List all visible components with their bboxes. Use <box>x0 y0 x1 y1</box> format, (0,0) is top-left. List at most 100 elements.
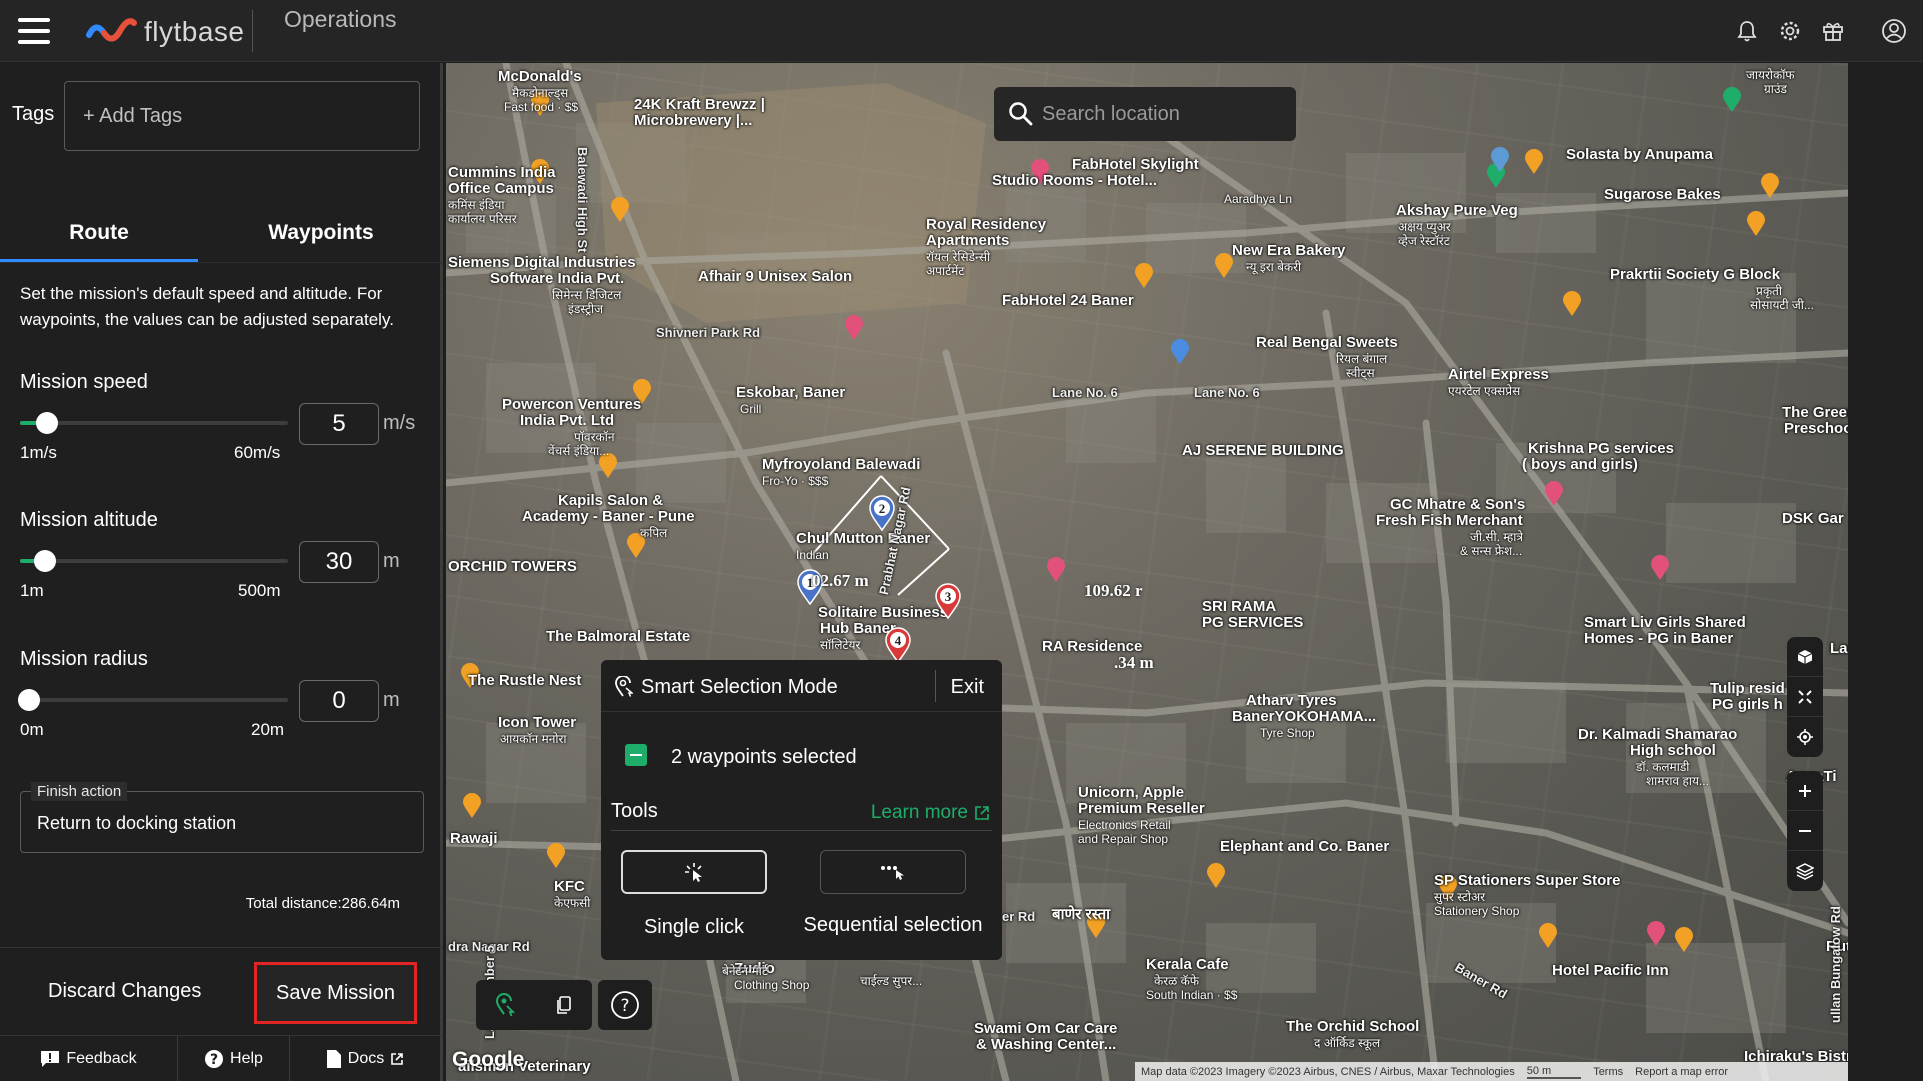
tags-input[interactable]: + Add Tags <box>64 81 420 151</box>
hotel-pin-icon <box>845 315 863 340</box>
slider-thumb[interactable] <box>34 550 56 572</box>
learn-more-link[interactable]: Learn more <box>871 802 990 824</box>
mission-radius-slider[interactable] <box>18 689 288 711</box>
map-label: Premium Reseller <box>1078 800 1205 817</box>
tab-waypoints[interactable]: Waypoints <box>222 213 420 262</box>
help-link[interactable]: ? Help <box>178 1036 290 1081</box>
map-label: The Balmoral Estate <box>546 628 691 645</box>
map-label: The Rustle Nest <box>468 672 582 689</box>
mission-altitude-slider[interactable] <box>20 550 288 572</box>
bell-icon[interactable] <box>1733 17 1761 45</box>
total-distance: Total distance:286.64m <box>245 895 400 912</box>
map-label: कपिल <box>640 526 668 540</box>
mission-altitude-input[interactable]: 30 <box>299 541 379 583</box>
mission-speed-input[interactable]: 5 <box>299 403 379 445</box>
map-label: Fresh Fish Merchant <box>1376 512 1523 529</box>
menu-icon[interactable] <box>18 18 50 44</box>
map-label: New Era Bakery <box>1232 242 1346 259</box>
finish-action-select[interactable]: Finish action Return to docking station <box>20 782 424 853</box>
sequential-selection-tool-button[interactable] <box>820 850 966 894</box>
smart-selection-title: Smart Selection Mode <box>641 676 838 698</box>
select-all-checkbox[interactable] <box>625 744 647 766</box>
map-label: वेंचर्स इंडिया... <box>548 444 610 458</box>
map-label: Myfroyoland Balewadi <box>762 456 921 473</box>
map-label: ullan Bungalow Rd <box>1828 906 1843 1023</box>
map-label: The Green <box>1782 404 1848 421</box>
restaurant-pin-icon <box>1525 149 1543 174</box>
docs-label: Docs <box>347 1050 385 1067</box>
shop-pin-icon <box>1171 339 1189 364</box>
discard-changes-button[interactable]: Discard Changes <box>36 972 213 1011</box>
map-label: Elephant and Co. Baner <box>1220 838 1390 855</box>
map-label: Swami Om Car Care <box>974 1020 1118 1037</box>
slider-thumb[interactable] <box>36 412 58 434</box>
mission-speed-slider[interactable] <box>20 412 288 434</box>
drawing-tools <box>476 980 592 1030</box>
map-label: व्हेज रेस्टॉरंट <box>1398 234 1450 248</box>
map-label: South Indian · $$ <box>1146 988 1238 1002</box>
map-label: स्वीट्स <box>1346 366 1375 380</box>
flytbase-logo[interactable]: flytbase <box>86 14 245 50</box>
map-label: Afhair 9 Unisex Salon <box>698 268 853 285</box>
map-label: Kerala Cafe <box>1146 956 1229 973</box>
mission-radius-input[interactable]: 0 <box>299 680 379 722</box>
map-label: McDonald's <box>498 68 582 85</box>
slider-thumb[interactable] <box>18 689 40 711</box>
map-label: द ऑर्किड स्कूल <box>1314 1036 1381 1050</box>
map-label: Akshay Pure Veg <box>1396 202 1518 219</box>
right-empty-area <box>1848 63 1923 1081</box>
terms-link[interactable]: Terms <box>1593 1066 1623 1078</box>
restaurant-pin-icon <box>547 843 565 868</box>
waypoint-marker-4[interactable]: 4 <box>884 627 912 663</box>
feedback-label: Feedback <box>66 1050 137 1067</box>
feedback-link[interactable]: Feedback <box>0 1036 178 1081</box>
fit-route-icon[interactable] <box>1787 677 1823 717</box>
report-map-error-link[interactable]: Report a map error <box>1635 1066 1728 1078</box>
help-label: Help <box>230 1050 263 1067</box>
add-waypoint-icon[interactable] <box>495 992 517 1018</box>
waypoint-marker-2[interactable]: 2 <box>868 495 896 531</box>
gift-icon[interactable] <box>1819 17 1847 45</box>
map-label: Lar <box>1830 640 1848 657</box>
search-location-input[interactable]: Search location <box>994 87 1296 141</box>
top-bar: flytbase Operations <box>0 0 1923 62</box>
gear-icon[interactable] <box>1776 17 1804 45</box>
map-label: Academy - Baner - Pune <box>522 508 695 525</box>
radius-unit: m <box>383 689 400 711</box>
single-click-tool-button[interactable] <box>621 850 767 894</box>
route-tabs: Route Waypoints <box>0 213 443 263</box>
my-location-icon[interactable] <box>1787 717 1823 757</box>
map-label: शामराव हाय... <box>1646 774 1709 788</box>
map-label: Tyre Shop <box>1260 726 1315 740</box>
panel-footer: Feedback ? Help Docs <box>0 1035 443 1081</box>
restaurant-pin-icon <box>1135 263 1153 288</box>
speed-unit: m/s <box>383 412 416 434</box>
map-controls <box>1787 637 1823 905</box>
waypoint-marker-3[interactable]: 3 <box>934 583 962 619</box>
docs-link[interactable]: Docs <box>290 1036 440 1081</box>
layers-icon[interactable] <box>1787 851 1823 891</box>
exit-smart-selection-button[interactable]: Exit <box>951 676 984 699</box>
map-help-button[interactable]: ? <box>598 980 652 1030</box>
restaurant-pin-icon <box>1761 173 1779 198</box>
zoom-in-icon[interactable] <box>1787 771 1823 811</box>
mission-speed-setting: Mission speed 1m/s 60m/s 5 m/s <box>20 371 430 499</box>
satellite-map[interactable]: McDonald's मैकडोनाल्ड्स Fast food · $$ 2… <box>446 63 1848 1081</box>
map-label: Powercon Ventures <box>502 396 642 413</box>
mission-altitude-title: Mission altitude <box>20 509 158 531</box>
place-pin-icon <box>1491 147 1509 172</box>
map-label: बेनेटन मार्ट <box>722 964 768 978</box>
3d-view-icon[interactable] <box>1787 637 1823 677</box>
account-icon[interactable] <box>1880 17 1908 45</box>
feedback-icon <box>41 1051 60 1067</box>
tab-route[interactable]: Route <box>0 213 198 262</box>
copy-icon[interactable] <box>555 995 573 1015</box>
learn-more-label: Learn more <box>870 802 968 823</box>
zoom-out-icon[interactable] <box>1787 811 1823 851</box>
logo-mark-icon <box>86 18 137 42</box>
topbar-divider <box>252 10 253 52</box>
map-label: The Orchid School <box>1286 1018 1420 1035</box>
map-label: Kapils Salon & <box>558 492 664 509</box>
map-label: Prakrtii Society G Block <box>1610 266 1781 283</box>
save-mission-button[interactable]: Save Mission <box>254 962 417 1024</box>
